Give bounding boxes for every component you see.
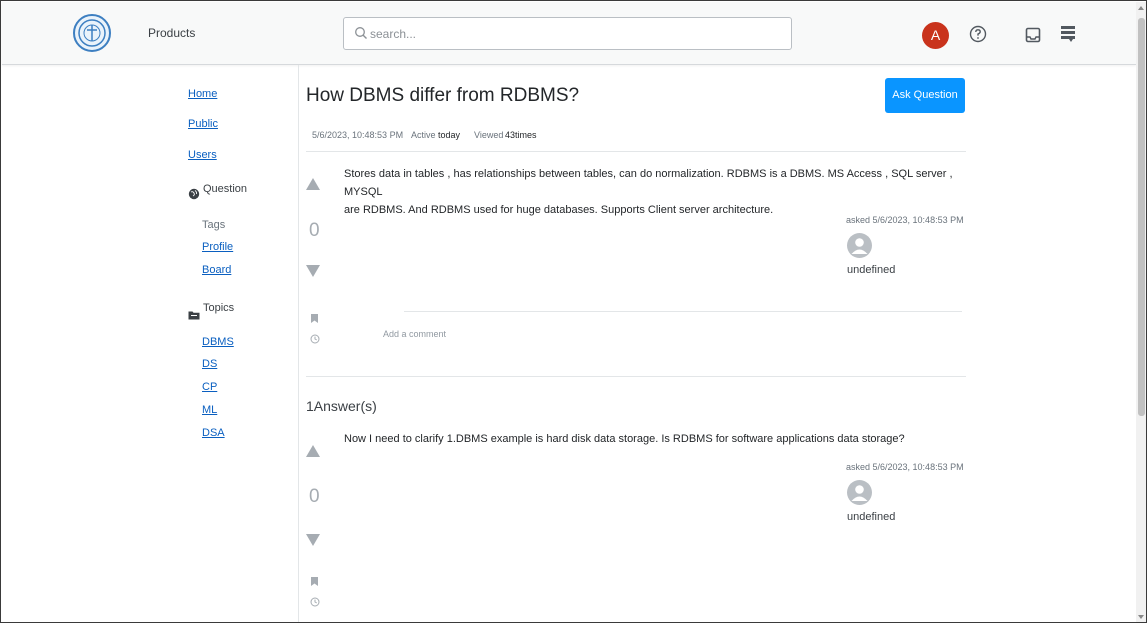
nav-profile[interactable]: Profile: [202, 241, 233, 253]
add-comment-link[interactable]: Add a comment: [383, 329, 446, 339]
nav-board[interactable]: Board: [202, 264, 231, 276]
question-asked-date: asked 5/6/2023, 10:48:53 PM: [846, 215, 964, 225]
question-title: How DBMS differ from RDBMS?: [306, 85, 580, 106]
nav-users[interactable]: Users: [188, 149, 217, 161]
folder-icon: [188, 311, 200, 320]
topic-dbms[interactable]: DBMS: [202, 336, 234, 348]
history-icon[interactable]: [310, 334, 320, 344]
answer-upvote-button[interactable]: [306, 445, 320, 457]
answer-user-name[interactable]: undefined: [847, 511, 895, 523]
inbox-icon[interactable]: [1025, 27, 1041, 43]
answers-count-heading: 1Answer(s): [306, 398, 377, 414]
products-link[interactable]: Products: [148, 26, 195, 40]
answer-user-avatar[interactable]: [847, 480, 872, 505]
scroll-up-arrow-icon[interactable]: [1138, 6, 1144, 10]
question-viewed-label: Viewed: [474, 130, 504, 140]
question-active-value: today: [438, 130, 461, 140]
search-icon: [355, 27, 367, 39]
globe-icon: [188, 188, 200, 200]
logo-emblem-icon: [78, 19, 106, 47]
app-window: Products A Home Public Users: [0, 0, 1147, 623]
topic-dsa[interactable]: DSA: [202, 427, 225, 439]
topic-ml[interactable]: ML: [202, 404, 217, 416]
question-created-date: 5/6/2023, 10:48:53 PM: [312, 130, 404, 140]
vertical-scrollbar[interactable]: [1136, 2, 1146, 622]
help-circle-icon[interactable]: [969, 25, 987, 43]
comment-divider: [404, 311, 962, 312]
ask-question-button[interactable]: Ask Question: [885, 78, 965, 113]
question-viewed-value: 43times: [505, 130, 537, 140]
user-avatar-button[interactable]: A: [922, 22, 949, 49]
nav-tags[interactable]: Tags: [202, 219, 225, 231]
question-downvote-button[interactable]: [306, 265, 320, 277]
user-silhouette-icon: [851, 238, 868, 254]
nav-topics-heading: Topics: [203, 302, 235, 314]
answer-downvote-button[interactable]: [306, 534, 320, 546]
search-box[interactable]: [343, 17, 792, 50]
university-seal-logo[interactable]: [73, 14, 111, 52]
question-body-line-1: Stores data in tables , has relationship…: [344, 168, 953, 198]
answer-history-icon[interactable]: [310, 597, 320, 607]
answer-asked-date: asked 5/6/2023, 10:48:53 PM: [846, 462, 964, 472]
topic-cp[interactable]: CP: [202, 381, 217, 393]
answer-user-silhouette-icon: [851, 485, 868, 501]
scroll-down-arrow-icon[interactable]: [1138, 615, 1144, 619]
answers-divider: [306, 376, 966, 377]
question-active-label: Active: [411, 130, 436, 140]
bookmark-icon[interactable]: [311, 314, 318, 323]
topic-ds[interactable]: DS: [202, 358, 217, 370]
top-bar: Products A: [2, 2, 1136, 65]
question-body: Stores data in tables , has relationship…: [344, 165, 964, 219]
nav-question-heading: Question: [203, 183, 248, 195]
title-divider: [306, 151, 966, 152]
question-user-avatar[interactable]: [847, 233, 872, 258]
nav-public[interactable]: Public: [188, 118, 218, 130]
scrollbar-thumb[interactable]: [1138, 18, 1145, 416]
answer-vote-count: 0: [309, 486, 320, 507]
question-upvote-button[interactable]: [306, 178, 320, 190]
achievements-icon[interactable]: [1060, 25, 1076, 43]
question-user-name[interactable]: undefined: [847, 264, 895, 276]
nav-home[interactable]: Home: [188, 88, 217, 100]
search-input[interactable]: [370, 24, 770, 44]
question-vote-count: 0: [309, 220, 320, 241]
left-sidebar: [1, 65, 299, 622]
answer-bookmark-icon[interactable]: [311, 577, 318, 586]
answer-body: Now I need to clarify 1.DBMS example is …: [344, 433, 905, 445]
